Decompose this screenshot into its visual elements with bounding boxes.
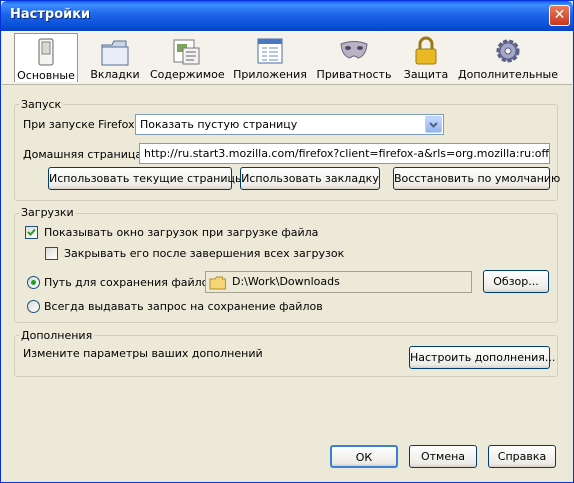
applications-icon [257, 38, 283, 64]
folder-icon [209, 276, 226, 290]
close-after-label: Закрывать его после завершения всех загр… [64, 247, 345, 260]
homepage-input[interactable]: http://ru.start3.mozilla.com/firefox?cli… [139, 143, 550, 164]
tab-security-label: Защита [403, 68, 449, 81]
lock-icon [415, 36, 437, 65]
on-start-select[interactable]: Показать пустую страницу [135, 114, 444, 135]
help-button[interactable]: Справка [488, 445, 556, 468]
manage-addons-button[interactable]: Настроить дополнения... [409, 346, 555, 369]
downloads-group-title: Загрузки [19, 206, 76, 219]
content-icon [173, 39, 200, 65]
restore-default-button[interactable]: Восстановить по умолчанию [393, 167, 560, 190]
tab-privacy[interactable]: Приватность [314, 33, 394, 82]
tab-content[interactable]: Содержимое [150, 33, 225, 82]
chevron-down-icon [429, 122, 438, 128]
tab-content-label: Содержимое [150, 68, 225, 81]
save-path-radio[interactable] [27, 276, 40, 289]
show-downloads-checkbox[interactable] [25, 226, 38, 239]
tab-advanced-label: Дополнительные [458, 68, 558, 81]
tab-applications-label: Приложения [233, 68, 307, 81]
tab-advanced[interactable]: Дополнительные [458, 33, 558, 82]
always-ask-radio[interactable] [27, 300, 40, 313]
preferences-toolbar: Основные Вкладки Содержимое Приложения П… [2, 31, 572, 85]
close-after-checkbox[interactable] [45, 247, 58, 260]
ok-button[interactable]: ОК [330, 445, 398, 468]
tab-applications[interactable]: Приложения [232, 33, 308, 82]
use-bookmark-button[interactable]: Использовать закладку [240, 167, 380, 190]
tabs-icon [101, 40, 129, 66]
startup-group-title: Запуск [19, 98, 64, 111]
tab-general-label: Основные [17, 69, 75, 82]
window-title: Настройки [10, 7, 91, 22]
tab-privacy-label: Приватность [316, 68, 392, 81]
save-path-field: D:\Work\Downloads [205, 271, 472, 293]
tab-tabs-label: Вкладки [90, 68, 140, 81]
save-path-value: D:\Work\Downloads [232, 275, 340, 288]
on-start-label: При запуске Firefox: [23, 118, 139, 131]
homepage-label: Домашняя страница: [23, 148, 146, 161]
switch-icon [38, 38, 54, 66]
addons-group-title: Дополнения [19, 329, 95, 342]
always-ask-label: Всегда выдавать запрос на сохранение фай… [44, 300, 323, 313]
settings-window: Настройки ✕ Основные Вкладки Содержимое … [0, 0, 574, 483]
save-path-label: Путь для сохранения файлов [44, 276, 215, 289]
radio-selected-dot [31, 280, 36, 285]
cancel-button[interactable]: Отмена [409, 445, 477, 468]
mask-icon [340, 41, 368, 59]
homepage-value: http://ru.start3.mozilla.com/firefox?cli… [144, 147, 550, 160]
close-button[interactable]: ✕ [549, 5, 570, 26]
gear-icon [496, 39, 520, 63]
dropdown-button[interactable] [425, 116, 442, 133]
addons-description: Измените параметры ваших дополнений [23, 347, 263, 360]
tab-security[interactable]: Защита [400, 33, 452, 82]
browse-button[interactable]: Обзор... [483, 270, 549, 293]
tab-tabs[interactable]: Вкладки [84, 33, 146, 82]
check-icon [27, 228, 36, 236]
close-icon: ✕ [553, 7, 566, 23]
use-current-pages-button[interactable]: Использовать текущие страницы [48, 167, 244, 190]
tab-general[interactable]: Основные [14, 33, 78, 82]
title-bar[interactable]: Настройки ✕ [1, 1, 573, 31]
on-start-value: Показать пустую страницу [140, 118, 298, 131]
show-downloads-label: Показывать окно загрузок при загрузке фа… [44, 226, 319, 239]
